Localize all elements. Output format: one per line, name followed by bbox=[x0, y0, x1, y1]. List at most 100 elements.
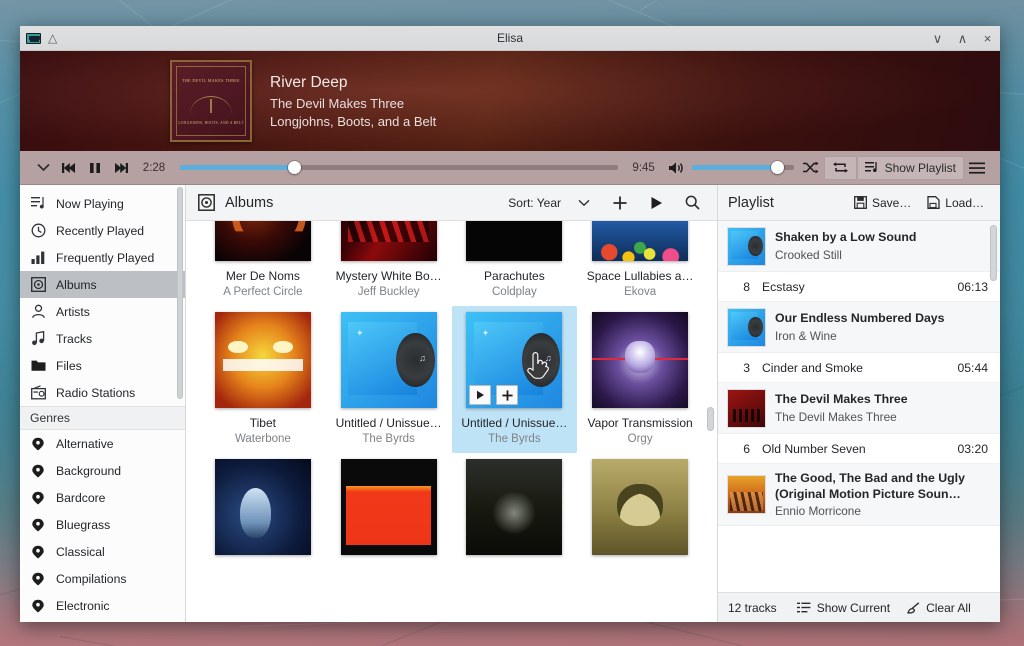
load-playlist-button[interactable]: Load… bbox=[921, 191, 990, 215]
repeat-icon[interactable] bbox=[823, 155, 857, 180]
sidebar-genre-alternative[interactable]: Alternative bbox=[20, 430, 185, 457]
album-card[interactable]: Mer De Noms A Perfect Circle bbox=[200, 221, 326, 306]
playlist-album-artist: Ennio Morricone bbox=[775, 503, 861, 518]
playlist-cover-art bbox=[728, 227, 765, 265]
sidebar-scrollbar[interactable] bbox=[177, 187, 183, 399]
sidebar-item-files[interactable]: Files bbox=[20, 352, 185, 379]
previous-track-button[interactable] bbox=[56, 155, 82, 181]
sidebar-genre-compilations[interactable]: Compilations bbox=[20, 565, 185, 592]
album-artist: A Perfect Circle bbox=[223, 286, 303, 298]
minimize-button[interactable]: ∨ bbox=[931, 32, 944, 45]
album-card[interactable]: Vapor Transmission Orgy bbox=[577, 306, 703, 453]
now-playing-title: River Deep bbox=[270, 73, 348, 91]
music-note-icon: ♫ bbox=[419, 353, 426, 364]
sidebar-genre-electronic[interactable]: Electronic bbox=[20, 592, 185, 619]
cassette-icon[interactable] bbox=[26, 32, 41, 44]
albums-scrollbar[interactable] bbox=[707, 407, 714, 431]
playlist-album-header[interactable]: The Good, The Bad and the Ugly (Original… bbox=[718, 464, 1000, 526]
album-card[interactable]: Space Lullabies a… Ekova bbox=[577, 221, 703, 306]
show-current-label: Show Current bbox=[816, 600, 891, 615]
maximize-button[interactable]: ∧ bbox=[956, 32, 969, 45]
album-card[interactable] bbox=[200, 453, 326, 574]
album-card[interactable]: Mystery White Bo… Jeff Buckley bbox=[326, 221, 452, 306]
album-title: Parachutes bbox=[484, 269, 545, 283]
sidebar-item-frequently-played[interactable]: Frequently Played bbox=[20, 244, 185, 271]
playlist-album-header[interactable]: Shaken by a Low Sound Crooked Still bbox=[718, 221, 1000, 272]
close-button[interactable]: × bbox=[981, 32, 994, 45]
playlist-track-row[interactable]: 8 Ecstasy 06:13 bbox=[718, 272, 1000, 302]
album-card[interactable]: Tibet Waterbone bbox=[200, 306, 326, 453]
album-card[interactable]: Parachutes Coldplay bbox=[452, 221, 578, 306]
playlist-scrollbar[interactable] bbox=[990, 225, 997, 281]
total-duration: 9:45 bbox=[632, 161, 655, 174]
album-title: Tibet bbox=[249, 416, 276, 430]
sort-label[interactable]: Sort: Year bbox=[508, 196, 561, 210]
volume-icon[interactable] bbox=[664, 155, 690, 181]
sidebar-item-albums[interactable]: Albums bbox=[20, 271, 185, 298]
album-card[interactable] bbox=[577, 453, 703, 574]
seek-slider[interactable] bbox=[180, 158, 618, 178]
sidebar-item-label: Recently Played bbox=[56, 223, 145, 238]
playlist-toolbar: Playlist Save… Load… bbox=[718, 185, 1000, 221]
shuffle-icon[interactable] bbox=[798, 155, 824, 181]
playlist-album-artist: Iron & Wine bbox=[775, 328, 837, 343]
show-current-button[interactable]: Show Current bbox=[796, 600, 891, 615]
placeholder-sparkle-icon: ✦ bbox=[481, 328, 490, 339]
album-enqueue-button[interactable] bbox=[496, 385, 519, 405]
sidebar-genre-label: Electronic bbox=[56, 598, 110, 613]
album-card[interactable]: ✦ ♫ Untitled / Unissue… The Byrds bbox=[326, 306, 452, 453]
playlist-album-header[interactable]: The Devil Makes Three The Devil Makes Thr… bbox=[718, 383, 1000, 434]
sidebar-genre-background[interactable]: Background bbox=[20, 457, 185, 484]
sidebar-item-recently-played[interactable]: Recently Played bbox=[20, 217, 185, 244]
show-playlist-button[interactable]: Show Playlist bbox=[856, 155, 964, 180]
playlist-album-header[interactable]: Our Endless Numbered Days Iron & Wine bbox=[718, 302, 1000, 353]
album-artist: Waterbone bbox=[234, 433, 291, 445]
albums-grid-row: Mer De Noms A Perfect Circle Mystery White… bbox=[200, 221, 703, 306]
play-all-icon[interactable] bbox=[643, 190, 669, 216]
album-card[interactable] bbox=[326, 453, 452, 574]
sidebar-genre-bardcore[interactable]: Bardcore bbox=[20, 484, 185, 511]
search-icon[interactable] bbox=[679, 190, 705, 216]
album-card[interactable] bbox=[452, 453, 578, 574]
sidebar-item-tracks[interactable]: Tracks bbox=[20, 325, 185, 352]
play-pause-button[interactable] bbox=[82, 155, 108, 181]
playlist-album-title: The Devil Makes Three bbox=[775, 392, 908, 407]
albums-grid[interactable]: Mer De Noms A Perfect Circle Mystery White… bbox=[186, 221, 717, 622]
track-count: 12 tracks bbox=[728, 600, 777, 615]
save-playlist-label: Save… bbox=[871, 195, 912, 210]
next-track-button[interactable] bbox=[108, 155, 134, 181]
tag-icon bbox=[30, 571, 46, 587]
chevron-up-icon[interactable]: △︎ bbox=[48, 31, 57, 45]
load-icon bbox=[927, 196, 940, 209]
volume-slider[interactable] bbox=[691, 158, 794, 178]
clear-all-button[interactable]: Clear All bbox=[906, 601, 971, 615]
sort-chevron-down-icon[interactable] bbox=[571, 190, 597, 216]
album-cover-art bbox=[214, 459, 311, 555]
save-icon bbox=[853, 196, 867, 209]
playlist-track-row[interactable]: 6 Old Number Seven 03:20 bbox=[718, 434, 1000, 464]
playlist-pane: Playlist Save… Load… Shaken by a Low Sou… bbox=[717, 185, 1000, 622]
add-to-playlist-icon[interactable] bbox=[607, 190, 633, 216]
album-title: Mystery White Bo… bbox=[335, 269, 442, 283]
sidebar-genre-classical[interactable]: Classical bbox=[20, 538, 185, 565]
playlist-track-row[interactable]: 3 Cinder and Smoke 05:44 bbox=[718, 353, 1000, 383]
elisa-window: △︎ Elisa ∨ ∧ × THE DEVIL MAKES THREE LON… bbox=[20, 26, 1000, 622]
album-play-button[interactable] bbox=[469, 385, 492, 405]
track-title: Ecstasy bbox=[762, 279, 805, 294]
sidebar-item-radio-stations[interactable]: Radio Stations bbox=[20, 379, 185, 406]
sidebar-item-artists[interactable]: Artists bbox=[20, 298, 185, 325]
album-cover-art bbox=[592, 459, 689, 555]
show-playlist-label: Show Playlist bbox=[884, 160, 956, 175]
window-titlebar[interactable]: △︎ Elisa ∨ ∧ × bbox=[20, 26, 1000, 51]
hamburger-menu-icon[interactable] bbox=[964, 155, 990, 181]
album-card[interactable]: ✦ ♫ Untitled / Unissue… The Byrds bbox=[451, 306, 578, 453]
collapse-header-button[interactable] bbox=[30, 155, 56, 181]
save-playlist-button[interactable]: Save… bbox=[848, 191, 917, 215]
albums-title: Albums bbox=[225, 194, 274, 211]
tag-icon bbox=[30, 544, 46, 560]
sidebar-item-now-playing[interactable]: Now Playing bbox=[20, 190, 185, 217]
now-playing-cover-art: THE DEVIL MAKES THREE LONGJOHNS, BOOTS, … bbox=[170, 60, 252, 142]
playlist-entries[interactable]: Shaken by a Low Sound Crooked Still 8 Ecsta… bbox=[718, 221, 1000, 592]
sidebar-genre-bluegrass[interactable]: Bluegrass bbox=[20, 511, 185, 538]
album-title: Untitled / Unissue… bbox=[461, 416, 568, 430]
